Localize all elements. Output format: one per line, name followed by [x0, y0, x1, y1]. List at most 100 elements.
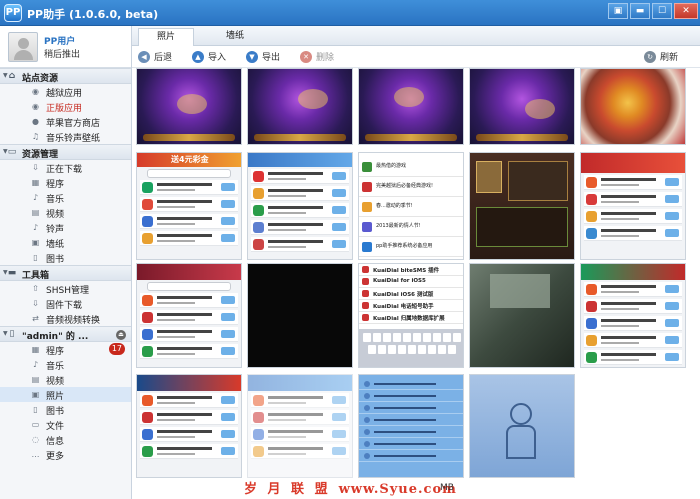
- sidebar-item-device-messages[interactable]: ◌ 信息: [0, 432, 131, 447]
- list-item: 最热借的游戏: [359, 157, 463, 177]
- sidebar-item-label: 正在下载: [46, 165, 83, 175]
- app-row: [584, 333, 682, 348]
- segment-control: [147, 169, 231, 178]
- logout-link[interactable]: 稍后推出: [44, 47, 80, 60]
- phone-icon: ▯: [9, 329, 15, 339]
- app-row: [251, 203, 349, 218]
- section-toolbox[interactable]: ▼ ▬ 工具箱: [0, 265, 131, 281]
- apps-icon: ◉: [32, 87, 39, 96]
- photo-thumb[interactable]: [358, 68, 464, 145]
- photo-thumb[interactable]: [247, 68, 353, 145]
- app-row: [140, 231, 238, 246]
- app-row: [140, 327, 238, 342]
- import-icon: ▲: [192, 50, 204, 63]
- app-row: [251, 169, 349, 184]
- sidebar-item-programs[interactable]: ▦ 程序: [0, 175, 131, 190]
- section-site-resources[interactable]: ▼ ⌂ 站点资源: [0, 68, 131, 84]
- sidebar-item-music-ringtone-wallpaper[interactable]: ♫ 音乐铃声壁纸: [0, 129, 131, 144]
- photo-thumb[interactable]: [580, 263, 686, 368]
- sidebar-item-device-books[interactable]: ▯ 图书: [0, 402, 131, 417]
- refresh-button[interactable]: ↻ 刷新: [644, 50, 678, 64]
- delete-button[interactable]: ✕ 删除: [300, 50, 334, 64]
- photo-thumb[interactable]: [469, 374, 575, 478]
- photo-thumb[interactable]: [469, 263, 575, 368]
- eject-icon[interactable]: ⏏: [116, 330, 126, 340]
- export-button[interactable]: ▼ 导出: [246, 50, 280, 64]
- list-item: [359, 414, 463, 426]
- image-icon: ▣: [31, 390, 40, 399]
- sidebar-item-jailbreak-apps[interactable]: ◉ 越狱应用: [0, 84, 131, 99]
- sidebar-item-app-store[interactable]: ● 苹果官方商店: [0, 114, 131, 129]
- maximize-icon[interactable]: ☐: [652, 3, 672, 19]
- user-name[interactable]: PP用户: [44, 34, 75, 47]
- app-row: [584, 282, 682, 297]
- photo-thumb[interactable]: [247, 263, 353, 368]
- sidebar-item-device-photos[interactable]: ▣ 照片: [0, 387, 131, 402]
- photo-thumb[interactable]: [469, 152, 575, 260]
- apple-icon: ●: [32, 117, 39, 126]
- section-title: 站点资源: [22, 74, 59, 84]
- sketch-body: [506, 425, 536, 459]
- photo-thumb[interactable]: [136, 374, 242, 478]
- sidebar-item-wallpaper[interactable]: ▣ 墙纸: [0, 235, 131, 250]
- photo-thumb[interactable]: [136, 263, 242, 368]
- sidebar-item-label: 程序: [46, 347, 65, 357]
- sidebar-item-label: 程序: [46, 180, 65, 190]
- photo-thumb[interactable]: [247, 152, 353, 260]
- back-arrow-icon: ◀: [138, 50, 150, 63]
- app-row: [140, 393, 238, 408]
- bell-icon: ♪: [32, 223, 39, 232]
- app-row: [140, 310, 238, 325]
- book-icon: ▯: [33, 405, 38, 414]
- app-row: [140, 427, 238, 442]
- sidebar-item-device-music[interactable]: ♪ 音乐: [0, 357, 131, 372]
- sidebar-item-downloading[interactable]: ⇩ 正在下载: [0, 160, 131, 175]
- sidebar-item-ringtones[interactable]: ♪ 铃声: [0, 220, 131, 235]
- import-button[interactable]: ▲ 导入: [192, 50, 226, 64]
- sidebar-item-books[interactable]: ▯ 图书: [0, 250, 131, 265]
- tab-wallpaper[interactable]: 墙纸: [208, 28, 262, 46]
- sidebar-item-media-convert[interactable]: ⇄ 音频视频转换: [0, 311, 131, 326]
- photo-thumb[interactable]: [136, 68, 242, 145]
- grid-icon: ▦: [31, 345, 40, 354]
- photo-thumb[interactable]: 送4元彩金: [136, 152, 242, 260]
- list-item: [359, 378, 463, 390]
- photo-grid: 送4元彩金 最热借的游戏 完美越狱后必备经典游戏! 春...邀动的季节! 201…: [134, 68, 698, 488]
- sidebar-item-firmware[interactable]: ⇩ 固件下载: [0, 296, 131, 311]
- image-icon: ▣: [31, 238, 40, 247]
- sidebar-item-device-files[interactable]: ▭ 文件: [0, 417, 131, 432]
- photo-thumb[interactable]: KuaiDial biteSMS 插件 KuaiDial for iOS5 Ku…: [358, 263, 464, 368]
- minimize-icon[interactable]: ▬: [630, 3, 650, 19]
- sidebar-item-device-more[interactable]: … 更多: [0, 447, 131, 462]
- photo-thumb[interactable]: [358, 374, 464, 478]
- skin-icon[interactable]: ▣: [608, 3, 628, 19]
- export-icon: ▼: [246, 50, 258, 63]
- sidebar-item-device-video[interactable]: ▤ 视频: [0, 372, 131, 387]
- avatar[interactable]: [8, 32, 38, 62]
- back-button[interactable]: ◀ 后退: [138, 50, 172, 64]
- close-icon[interactable]: ✕: [674, 3, 698, 19]
- sidebar-item-genuine-apps[interactable]: ◉ 正版应用: [0, 99, 131, 114]
- game-hud: [254, 134, 346, 141]
- photo-thumb[interactable]: [580, 68, 686, 145]
- sidebar-item-music[interactable]: ♪ 音乐: [0, 190, 131, 205]
- apps-icon: ◉: [32, 102, 39, 111]
- section-device[interactable]: ▼ ▯ "admin" 的 ... ⏏: [0, 326, 131, 342]
- sidebar-item-label: 墙纸: [46, 240, 65, 250]
- app-row: [584, 350, 682, 365]
- sidebar-item-device-programs[interactable]: ▦ 程序 17: [0, 342, 131, 357]
- tab-photos[interactable]: 照片: [138, 28, 195, 46]
- photo-thumb[interactable]: 最热借的游戏 完美越狱后必备经典游戏! 春...邀动的季节! 2013最新的情人…: [358, 152, 464, 260]
- sidebar-item-shsh[interactable]: ⇧ SHSH管理: [0, 281, 131, 296]
- photo-thumb[interactable]: [469, 68, 575, 145]
- sidebar-item-label: 音乐: [46, 362, 65, 372]
- screenshot-header: [137, 264, 241, 280]
- section-resource-management[interactable]: ▼ ▭ 资源管理: [0, 144, 131, 160]
- app-row: [584, 175, 682, 190]
- screenshot-header: [581, 264, 685, 280]
- sidebar-item-label: 视频: [46, 210, 65, 220]
- photo-thumb[interactable]: [580, 152, 686, 260]
- grid-icon: ▦: [31, 178, 40, 187]
- photo-thumb[interactable]: [247, 374, 353, 478]
- sidebar-item-video[interactable]: ▤ 视频: [0, 205, 131, 220]
